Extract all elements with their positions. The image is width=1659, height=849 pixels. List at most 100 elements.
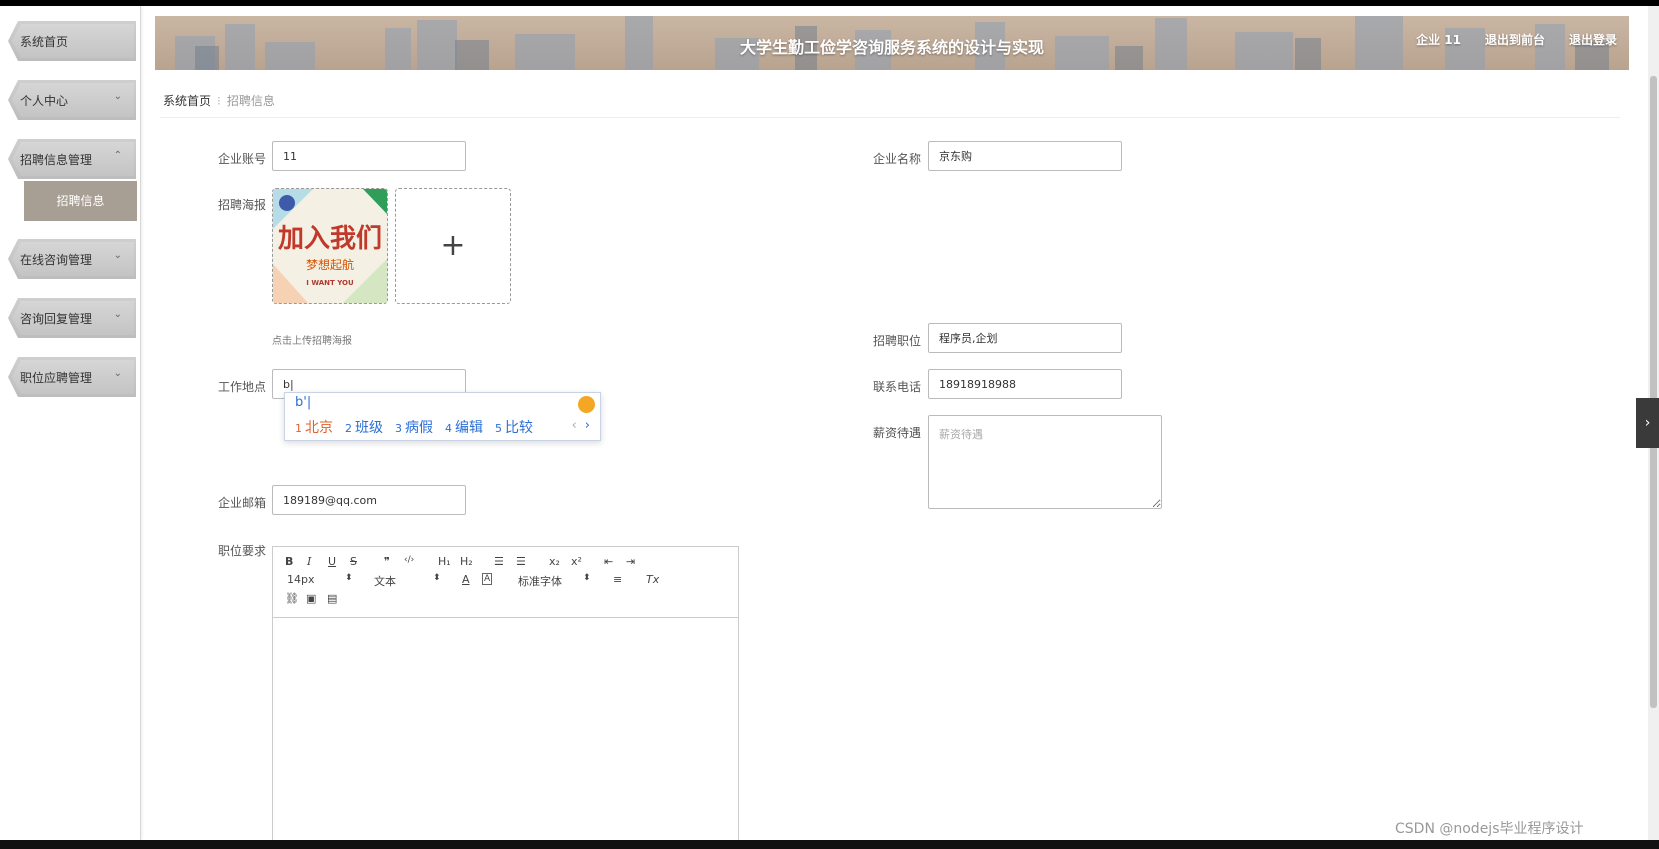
sidebar-item-label: 咨询回复管理: [20, 312, 93, 326]
ime-candidate[interactable]: 1 北京: [295, 417, 333, 437]
sidebar-item-reply-management[interactable]: 咨询回复管理 ⌄: [8, 298, 136, 338]
poster-upload-button[interactable]: +: [395, 188, 511, 304]
bottom-bar: [0, 840, 1659, 849]
header-links: 企业 11 退出到前台 退出登录: [1416, 31, 1617, 48]
company-name-label: 企业名称: [872, 152, 921, 166]
location-label: 工作地点: [217, 380, 266, 394]
scrollbar-thumb[interactable]: [1650, 76, 1657, 708]
chevron-up-icon: ⌃: [113, 150, 122, 161]
align-button[interactable]: ≡: [613, 573, 622, 586]
chevron-down-icon: ⌄: [113, 309, 122, 320]
position-label: 招聘职位: [872, 334, 921, 348]
font-size-select[interactable]: 14px: [287, 573, 315, 586]
salary-textarea[interactable]: [928, 415, 1162, 509]
ime-candidate-popup: b'| 1 北京 2 班级 3 病假 4 编辑 5 比较 ‹ ›: [284, 392, 601, 441]
bold-button[interactable]: B: [285, 555, 293, 568]
account-input[interactable]: [272, 141, 466, 171]
breadcrumb-home[interactable]: 系统首页: [163, 94, 211, 108]
image-button[interactable]: ▣: [306, 592, 316, 605]
app-title: 大学生勤工俭学咨询服务系统的设计与实现: [739, 38, 1044, 57]
heading2-button[interactable]: H₂: [460, 555, 473, 568]
breadcrumb-current: 招聘信息: [226, 94, 275, 108]
ime-candidate[interactable]: 3 病假: [395, 417, 433, 437]
phone-label: 联系电话: [872, 380, 921, 394]
sidebar-item-recruitment-management[interactable]: 招聘信息管理 ⌃: [8, 139, 136, 179]
plus-icon: +: [440, 228, 466, 263]
indent-button[interactable]: ⇥: [626, 555, 635, 568]
poster-tagline: I WANT YOU: [306, 279, 354, 287]
bullet-list-button[interactable]: ☰: [516, 555, 526, 568]
current-user-label: 企业 11: [1416, 33, 1461, 47]
rich-text-editor: B I U S ❞ ‹/› H₁ H₂ ☰ ☰ x₂ x² ⇤ ⇥ 14px ⬍…: [272, 546, 739, 840]
email-label: 企业邮箱: [217, 496, 266, 510]
app-screen: 系统首页 个人中心 ⌄ 招聘信息管理 ⌃ 招聘信息 在线咨询管理 ⌄ 咨询回复管…: [0, 6, 1659, 840]
position-input[interactable]: [928, 323, 1122, 353]
ime-candidate-list: 1 北京 2 班级 3 病假 4 编辑 5 比较: [295, 417, 533, 437]
strikethrough-button[interactable]: S: [350, 555, 357, 568]
email-input[interactable]: [272, 485, 466, 515]
blockquote-button[interactable]: ❞: [384, 555, 390, 568]
company-name-input[interactable]: [928, 141, 1122, 171]
poster-subheadline: 梦想起航: [306, 257, 354, 272]
sidebar-item-home[interactable]: 系统首页: [8, 21, 136, 61]
sidebar-item-label: 个人中心: [20, 94, 69, 108]
chevron-down-icon: ⌄: [113, 368, 122, 379]
outdent-button[interactable]: ⇤: [604, 555, 613, 568]
sidebar-item-label: 系统首页: [20, 35, 69, 49]
text-color-button[interactable]: A: [462, 573, 470, 586]
editor-toolbar: B I U S ❞ ‹/› H₁ H₂ ☰ ☰ x₂ x² ⇤ ⇥ 14px ⬍…: [273, 547, 738, 618]
exit-to-frontend-link[interactable]: 退出到前台: [1485, 31, 1545, 48]
sidebar-item-label: 职位应聘管理: [20, 371, 93, 385]
ordered-list-button[interactable]: ☰: [494, 555, 504, 568]
sidebar: 系统首页 个人中心 ⌄ 招聘信息管理 ⌃ 招聘信息 在线咨询管理 ⌄ 咨询回复管…: [0, 6, 141, 840]
ime-logo-icon: [578, 396, 595, 413]
sidebar-subitem-recruitment-info[interactable]: 招聘信息: [24, 181, 137, 221]
side-panel-toggle-button[interactable]: ›: [1636, 398, 1659, 448]
poster-headline: 加入我们: [278, 224, 382, 254]
poster-artwork: 加入我们 梦想起航 I WANT YOU: [273, 189, 387, 303]
sidebar-item-label: 招聘信息管理: [20, 153, 93, 167]
csdn-watermark: CSDN @nodejs毕业程序设计: [1395, 821, 1584, 837]
poster-image[interactable]: 加入我们 梦想起航 I WANT YOU: [272, 188, 388, 304]
phone-input[interactable]: [928, 369, 1122, 399]
logout-link[interactable]: 退出登录: [1569, 31, 1617, 48]
font-family-select-arrow-icon: ⬍: [583, 573, 591, 583]
header-select-arrow-icon: ⬍: [433, 573, 441, 583]
font-family-select[interactable]: 标准字体: [518, 573, 562, 589]
sidebar-item-label: 在线咨询管理: [20, 253, 93, 267]
sidebar-item-personal-center[interactable]: 个人中心 ⌄: [8, 80, 136, 120]
font-size-select-arrow-icon: ⬍: [345, 573, 353, 583]
ime-composition: b'|: [295, 395, 312, 410]
header-select[interactable]: 文本: [374, 573, 396, 589]
poster-upload-hint: 点击上传招聘海报: [272, 336, 352, 347]
divider: [160, 117, 1620, 118]
background-color-button[interactable]: A: [482, 573, 493, 585]
clean-format-button[interactable]: Tx: [646, 573, 659, 586]
ime-prev-icon[interactable]: ‹: [572, 418, 577, 433]
ime-page-nav[interactable]: ‹ ›: [572, 418, 590, 433]
editor-content-area[interactable]: [273, 617, 738, 840]
ime-candidate[interactable]: 5 比较: [495, 417, 533, 437]
subscript-button[interactable]: x₂: [549, 555, 560, 568]
italic-button[interactable]: I: [307, 555, 311, 568]
chevron-down-icon: ⌄: [113, 250, 122, 261]
sidebar-item-consult-management[interactable]: 在线咨询管理 ⌄: [8, 239, 136, 279]
breadcrumb-separator: ⁝: [217, 94, 221, 108]
account-label: 企业账号: [217, 152, 266, 166]
ime-next-icon[interactable]: ›: [585, 418, 590, 433]
ime-candidate[interactable]: 4 编辑: [445, 417, 483, 437]
sidebar-item-application-management[interactable]: 职位应聘管理 ⌄: [8, 357, 136, 397]
salary-label: 薪资待遇: [872, 426, 921, 440]
breadcrumb: 系统首页 ⁝ 招聘信息: [163, 92, 275, 109]
link-button[interactable]: ⛓: [285, 592, 299, 605]
underline-button[interactable]: U: [328, 555, 336, 568]
heading1-button[interactable]: H₁: [438, 555, 451, 568]
chevron-down-icon: ⌄: [113, 91, 122, 102]
top-header: 大学生勤工俭学咨询服务系统的设计与实现 企业 11 退出到前台 退出登录: [155, 16, 1629, 70]
poster-label: 招聘海报: [217, 198, 266, 212]
video-button[interactable]: ▤: [327, 592, 337, 605]
code-block-button[interactable]: ‹/›: [404, 555, 414, 565]
superscript-button[interactable]: x²: [571, 555, 582, 568]
requirements-label: 职位要求: [217, 544, 266, 558]
ime-candidate[interactable]: 2 班级: [345, 417, 383, 437]
